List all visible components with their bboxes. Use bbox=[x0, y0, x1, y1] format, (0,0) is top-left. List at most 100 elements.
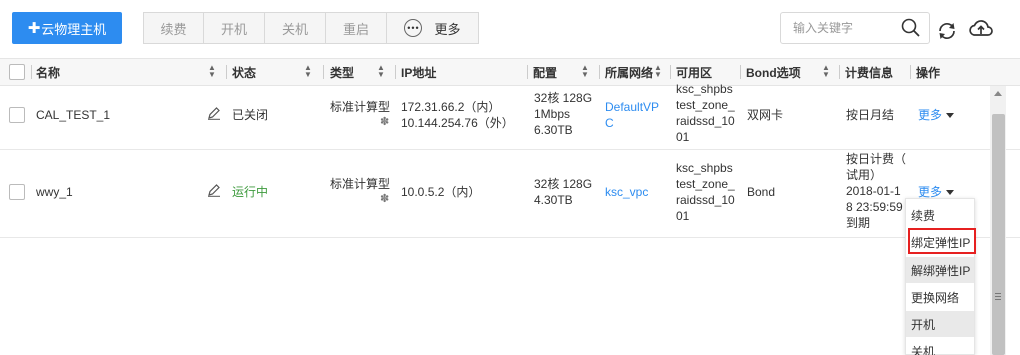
row-checkbox[interactable] bbox=[9, 184, 25, 200]
table-header: 名称 ▲ ▼ 状态 ▲ ▼ 类型 ▲ ▼ IP地址 配置 ▲ ▼ 所属网络 ▲ ▼ 可用区… bbox=[0, 58, 1020, 86]
zone-line: ksc_shpbs bbox=[676, 161, 733, 175]
row-checkbox[interactable] bbox=[9, 107, 25, 123]
billing-info: 按日计费（ 试用） 2018-01-1 8 23:59:59 到期 bbox=[846, 151, 906, 231]
status-text: 已关闭 bbox=[232, 108, 269, 122]
billing-line: 试用） bbox=[846, 168, 883, 182]
config-line: 32核 128G bbox=[534, 177, 593, 191]
grip-line bbox=[995, 296, 1001, 297]
edit-icon[interactable] bbox=[207, 183, 221, 197]
config: 32核 128G 4.30TB bbox=[534, 176, 592, 208]
column-header-actions: 操作 bbox=[916, 65, 941, 80]
restart-button[interactable]: 重启 bbox=[326, 13, 387, 43]
zone-line: raidssd_10 bbox=[676, 193, 735, 207]
sort-icon[interactable]: ▲ ▼ bbox=[581, 64, 589, 79]
column-divider bbox=[599, 65, 600, 79]
host-name[interactable]: wwy_1 bbox=[36, 184, 73, 200]
network-line: C bbox=[605, 116, 614, 130]
create-label: 云物理主机 bbox=[41, 21, 107, 37]
column-header-config[interactable]: 配置 bbox=[533, 59, 557, 85]
search-icon[interactable] bbox=[901, 18, 921, 38]
renew-button[interactable]: 续费 bbox=[144, 13, 204, 43]
availability-zone: ksc_shpbs test_zone_ raidssd_10 01 bbox=[676, 81, 735, 145]
grip-line bbox=[995, 299, 1001, 300]
search-input[interactable] bbox=[793, 13, 903, 43]
column-header-name[interactable]: 名称 bbox=[36, 59, 60, 85]
cloud-upload-icon[interactable] bbox=[968, 16, 994, 40]
scrollbar-thumb[interactable] bbox=[992, 114, 1005, 355]
zone-line: 01 bbox=[676, 209, 690, 223]
refresh-icon[interactable] bbox=[936, 20, 958, 42]
column-header-bond[interactable]: Bond选项 bbox=[746, 59, 801, 85]
scroll-up-arrow-icon[interactable] bbox=[994, 91, 1002, 96]
column-divider bbox=[670, 65, 671, 79]
network-link[interactable]: DefaultVP C bbox=[605, 99, 659, 131]
table-row[interactable]: wwy_1 运行中 标准计算型 ✽ 10.0.5.2（内） 32核 128G 4… bbox=[0, 150, 1020, 238]
column-header-status[interactable]: 状态 bbox=[232, 59, 256, 85]
ip-line: 10.144.254.76（外） bbox=[401, 116, 514, 130]
column-divider bbox=[31, 65, 32, 79]
menu-item-change-network[interactable]: 更换网络 bbox=[906, 284, 974, 310]
edit-icon[interactable] bbox=[207, 106, 221, 120]
sort-icon[interactable]: ▲ ▼ bbox=[654, 64, 662, 79]
ip-line: 10.0.5.2（内） bbox=[401, 185, 481, 199]
zone-line: test_zone_ bbox=[676, 98, 735, 112]
network-link[interactable]: ksc_vpc bbox=[605, 184, 648, 200]
sort-icon[interactable]: ▲ ▼ bbox=[208, 64, 216, 79]
toolbar: ✚ 云物理主机 续费 开机 关机 重启 ••• 更多 bbox=[0, 0, 1020, 58]
column-header-type[interactable]: 类型 bbox=[330, 59, 354, 85]
billing-info: 按日月结 bbox=[846, 107, 894, 123]
column-header-ip[interactable]: IP地址 bbox=[401, 59, 436, 85]
power-off-button[interactable]: 关机 bbox=[265, 13, 326, 43]
more-link[interactable]: 更多 bbox=[918, 108, 942, 122]
menu-item-power-off[interactable]: 关机 bbox=[906, 338, 974, 355]
config-line: 4.30TB bbox=[534, 193, 573, 207]
select-all-checkbox[interactable] bbox=[9, 64, 25, 80]
more-button[interactable]: ••• 更多 bbox=[387, 13, 478, 43]
status-text: 运行中 bbox=[232, 185, 269, 199]
column-divider bbox=[226, 65, 227, 79]
vertical-scrollbar[interactable] bbox=[990, 86, 1006, 355]
column-header-billing[interactable]: 计费信息 bbox=[845, 59, 893, 85]
more-label: 更多 bbox=[434, 21, 461, 37]
column-header-network[interactable]: 所属网络 bbox=[605, 59, 653, 85]
settings-gear-icon[interactable]: ✽ bbox=[380, 115, 389, 128]
network-line: DefaultVP bbox=[605, 100, 660, 114]
power-on-button[interactable]: 开机 bbox=[204, 13, 265, 43]
column-divider bbox=[395, 65, 396, 79]
more-actions-dropdown: 续费 绑定弹性IP 解绑弹性IP 更换网络 开机 关机 bbox=[905, 198, 976, 355]
menu-item-renew[interactable]: 续费 bbox=[906, 202, 974, 228]
column-divider bbox=[839, 65, 840, 79]
billing-line: 8 23:59:59 bbox=[846, 200, 903, 214]
zone-line: test_zone_ bbox=[676, 177, 735, 191]
ip-address: 10.0.5.2（内） bbox=[401, 184, 480, 200]
ellipsis-icon: ••• bbox=[404, 19, 423, 37]
menu-item-unbind-eip[interactable]: 解绑弹性IP bbox=[906, 257, 974, 283]
ip-line: 172.31.66.2（内） bbox=[401, 100, 501, 114]
settings-gear-icon[interactable]: ✽ bbox=[380, 192, 389, 205]
sort-icon[interactable]: ▲ ▼ bbox=[822, 64, 830, 79]
network-line: ksc_vpc bbox=[605, 185, 649, 199]
column-divider bbox=[527, 65, 528, 79]
action-button-group: 续费 开机 关机 重启 ••• 更多 bbox=[143, 12, 479, 44]
billing-line: 2018-01-1 bbox=[846, 184, 901, 198]
host-name[interactable]: CAL_TEST_1 bbox=[36, 107, 110, 123]
row-more-menu[interactable]: 更多 bbox=[918, 107, 955, 123]
column-divider bbox=[323, 65, 324, 79]
table-row[interactable]: CAL_TEST_1 已关闭 标准计算型 ✽ 172.31.66.2（内） 10… bbox=[0, 82, 1020, 150]
column-divider bbox=[740, 65, 741, 79]
billing-line: 到期 bbox=[846, 216, 871, 230]
bond-option: 双网卡 bbox=[747, 108, 784, 122]
caret-down-icon bbox=[946, 113, 955, 119]
config-line: 1Mbps bbox=[534, 107, 571, 121]
ip-address: 172.31.66.2（内） 10.144.254.76（外） bbox=[401, 99, 514, 131]
sort-icon[interactable]: ▲ ▼ bbox=[377, 64, 385, 79]
zone-line: 01 bbox=[676, 130, 690, 144]
more-link[interactable]: 更多 bbox=[918, 185, 942, 199]
grip-line bbox=[995, 293, 1001, 294]
menu-item-power-on[interactable]: 开机 bbox=[906, 311, 974, 337]
search-box bbox=[780, 12, 930, 44]
highlight-box bbox=[908, 228, 976, 254]
sort-icon[interactable]: ▲ ▼ bbox=[304, 64, 312, 79]
plus-icon: ✚ bbox=[27, 20, 41, 37]
create-physical-host-button[interactable]: ✚ 云物理主机 bbox=[12, 12, 122, 44]
